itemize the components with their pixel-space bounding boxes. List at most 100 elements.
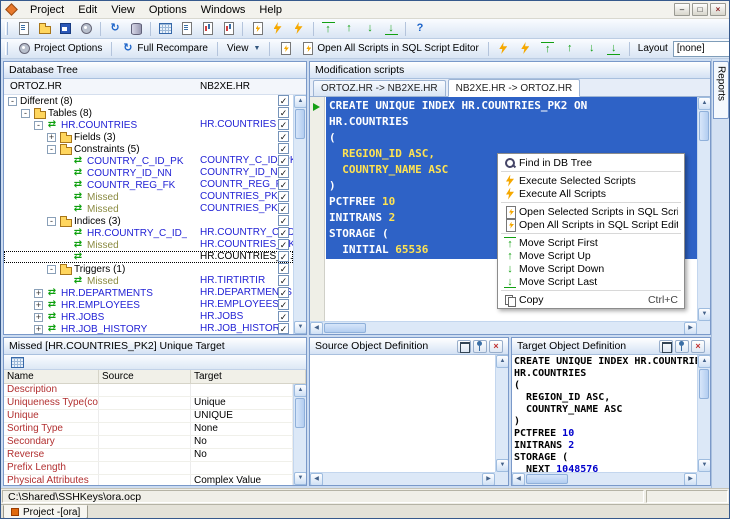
move-script-last-button[interactable]: ↓ <box>381 20 401 38</box>
property-row-description[interactable]: Description <box>4 384 293 397</box>
open-project-button[interactable] <box>34 20 54 38</box>
tree-scrollbar[interactable]: ▲ ▼ <box>293 95 306 334</box>
open-selected-scripts-button[interactable] <box>275 40 295 58</box>
scroll-up-button[interactable]: ▲ <box>294 384 307 397</box>
tree-row-checkbox[interactable]: ✓ <box>278 227 289 238</box>
execute-selected-scripts-button[interactable] <box>268 20 288 38</box>
tree-row[interactable]: -Constraints (5)✓ <box>4 143 293 155</box>
menu-item-open-selected-scripts-in-sql-script-editor[interactable]: Open Selected Scripts in SQL Script Edit… <box>498 205 684 218</box>
tree-row[interactable]: ⇄MissedHR.TIRTIRTIR✓ <box>4 275 293 287</box>
menu-item-find-in-db-tree[interactable]: Find in DB Tree <box>498 156 684 169</box>
tree-row[interactable]: ⇄MissedHR.COUNTRIES_PK1✓ <box>4 239 293 251</box>
collapse-expander[interactable]: - <box>21 109 30 118</box>
execute-all-scripts-button[interactable] <box>516 40 536 58</box>
tree-row[interactable]: -Different (8)✓ <box>4 95 293 107</box>
new-project-button[interactable] <box>13 20 33 38</box>
tree-row[interactable]: ⇄HR.COUNTRY_C_ID_HR.COUNTRY_C_ID...✓ <box>4 227 293 239</box>
maximize-button[interactable]: □ <box>692 3 708 16</box>
expand-expander[interactable]: + <box>34 301 43 310</box>
tree-row-checkbox[interactable]: ✓ <box>278 119 289 130</box>
target-definition-body[interactable]: CREATE UNIQUE INDEX HR.COUNTRIEHR.COUNTR… <box>512 355 697 472</box>
tree-row-checkbox[interactable]: ✓ <box>278 107 289 118</box>
menu-item-open-all-scripts-in-sql-script-editor[interactable]: Open All Scripts in SQL Script Editor <box>498 218 684 231</box>
scroll-down-button[interactable]: ▼ <box>496 459 509 472</box>
expand-expander[interactable]: + <box>34 325 43 334</box>
close-panel-button[interactable]: × <box>691 340 705 353</box>
project-options-button[interactable]: Project Options <box>14 40 106 58</box>
property-row-unique[interactable]: UniqueUNIQUE <box>4 410 293 423</box>
open-all-scripts-button[interactable]: Open All Scripts in SQL Script Editor <box>297 40 482 58</box>
target-vertical-scrollbar[interactable]: ▲ ▼ <box>697 355 710 472</box>
grid-scrollbar[interactable]: ▲ ▼ <box>293 384 306 485</box>
tab-nb2xe-to-ortoz[interactable]: NB2XE.HR -> ORTOZ.HR <box>448 79 581 97</box>
tree-row-checkbox[interactable]: ✓ <box>278 95 289 106</box>
scroll-left-button[interactable]: ◀ <box>512 473 525 486</box>
tree-row[interactable]: +⇄HR.DEPARTMENTSHR.DEPARTMENTS✓ <box>4 287 293 299</box>
tree-row-checkbox[interactable]: ✓ <box>278 167 289 178</box>
property-row-prefix-length[interactable]: Prefix Length <box>4 462 293 475</box>
tree-row[interactable]: +⇄HR.EMPLOYEESHR.EMPLOYEES✓ <box>4 299 293 311</box>
reports-window-button[interactable] <box>218 20 238 38</box>
tree-row-checkbox[interactable]: ✓ <box>278 239 289 250</box>
tree-row-checkbox[interactable]: ✓ <box>278 311 289 322</box>
database-registration-button[interactable] <box>126 20 146 38</box>
tree-row[interactable]: ⇄COUNTRY_ID_NNCOUNTRY_ID_NN✓ <box>4 167 293 179</box>
move-script-down-button[interactable]: ↓ <box>360 20 380 38</box>
collapse-expander[interactable]: - <box>47 265 56 274</box>
database-tree-window-button[interactable] <box>155 20 175 38</box>
pin-panel-button[interactable] <box>473 340 487 353</box>
column-target[interactable]: Target <box>191 370 306 383</box>
tree-row[interactable]: +Fields (3)✓ <box>4 131 293 143</box>
scroll-thumb[interactable] <box>699 111 709 141</box>
close-panel-button[interactable]: × <box>489 340 503 353</box>
sql-script-editor-button[interactable] <box>247 20 267 38</box>
menu-help[interactable]: Help <box>252 2 289 18</box>
move-script-first-button[interactable]: ↑ <box>318 20 338 38</box>
tree-row[interactable]: -Tables (8)✓ <box>4 107 293 119</box>
scroll-down-button[interactable]: ▼ <box>294 321 307 334</box>
tab-ortoz-to-nb2xe[interactable]: ORTOZ.HR -> NB2XE.HR <box>313 80 446 96</box>
tree-row[interactable]: +⇄HR.JOB_HISTORYHR.JOB_HISTORY✓ <box>4 323 293 334</box>
tree-row-checkbox[interactable]: ✓ <box>278 323 289 334</box>
menu-item-move-script-up[interactable]: ↑Move Script Up <box>498 249 684 262</box>
expand-expander[interactable]: + <box>47 133 56 142</box>
tree-row-checkbox[interactable]: ✓ <box>278 251 289 262</box>
tree-row-checkbox[interactable]: ✓ <box>278 131 289 142</box>
tree-column-left[interactable]: ORTOZ.HR <box>10 81 62 92</box>
layout-select[interactable]: [none] ▼ <box>673 41 730 57</box>
target-horizontal-scrollbar[interactable]: ◀ ▶ <box>512 472 697 485</box>
execute-all-scripts-button[interactable] <box>289 20 309 38</box>
source-definition-body[interactable] <box>310 355 495 472</box>
grid-view-button[interactable] <box>7 353 27 371</box>
scroll-down-button[interactable]: ▼ <box>698 308 711 321</box>
tree-row-checkbox[interactable]: ✓ <box>278 263 289 274</box>
tab-project-ora[interactable]: Project -[ora] <box>3 505 88 519</box>
collapse-expander[interactable]: - <box>34 121 43 130</box>
scroll-thumb[interactable] <box>295 109 305 139</box>
tree-row-selected[interactable]: ⇄HR.COUNTRIES_P...✓ <box>4 251 293 263</box>
tree-row-checkbox[interactable]: ✓ <box>278 203 289 214</box>
menu-edit[interactable]: Edit <box>71 2 104 18</box>
scroll-down-button[interactable]: ▼ <box>294 472 307 485</box>
scroll-left-button[interactable]: ◀ <box>310 473 323 486</box>
full-recompare-button[interactable]: ↻ Full Recompare <box>117 40 212 58</box>
scroll-up-button[interactable]: ▲ <box>294 95 307 108</box>
scroll-up-button[interactable]: ▲ <box>698 97 711 110</box>
tree-row-checkbox[interactable]: ✓ <box>278 155 289 166</box>
menu-item-move-script-first[interactable]: ↑Move Script First <box>498 236 684 249</box>
menu-project[interactable]: Project <box>23 2 71 18</box>
collapse-expander[interactable]: - <box>47 145 56 154</box>
menu-item-execute-selected-scripts[interactable]: Execute Selected Scripts <box>498 174 684 187</box>
column-source[interactable]: Source <box>99 370 191 383</box>
tree-row-checkbox[interactable]: ✓ <box>278 275 289 286</box>
property-row-secondary[interactable]: SecondaryNo <box>4 436 293 449</box>
object-definition-window-button[interactable] <box>197 20 217 38</box>
scroll-right-button[interactable]: ▶ <box>482 473 495 486</box>
move-script-last-button[interactable]: ↓ <box>604 40 624 58</box>
scroll-left-button[interactable]: ◀ <box>310 322 323 335</box>
move-script-up-button[interactable]: ↑ <box>560 40 580 58</box>
toolbar-grip[interactable] <box>5 42 8 55</box>
menu-item-execute-all-scripts[interactable]: Execute All Scripts <box>498 187 684 200</box>
menu-options[interactable]: Options <box>142 2 194 18</box>
tree-row-checkbox[interactable]: ✓ <box>278 143 289 154</box>
